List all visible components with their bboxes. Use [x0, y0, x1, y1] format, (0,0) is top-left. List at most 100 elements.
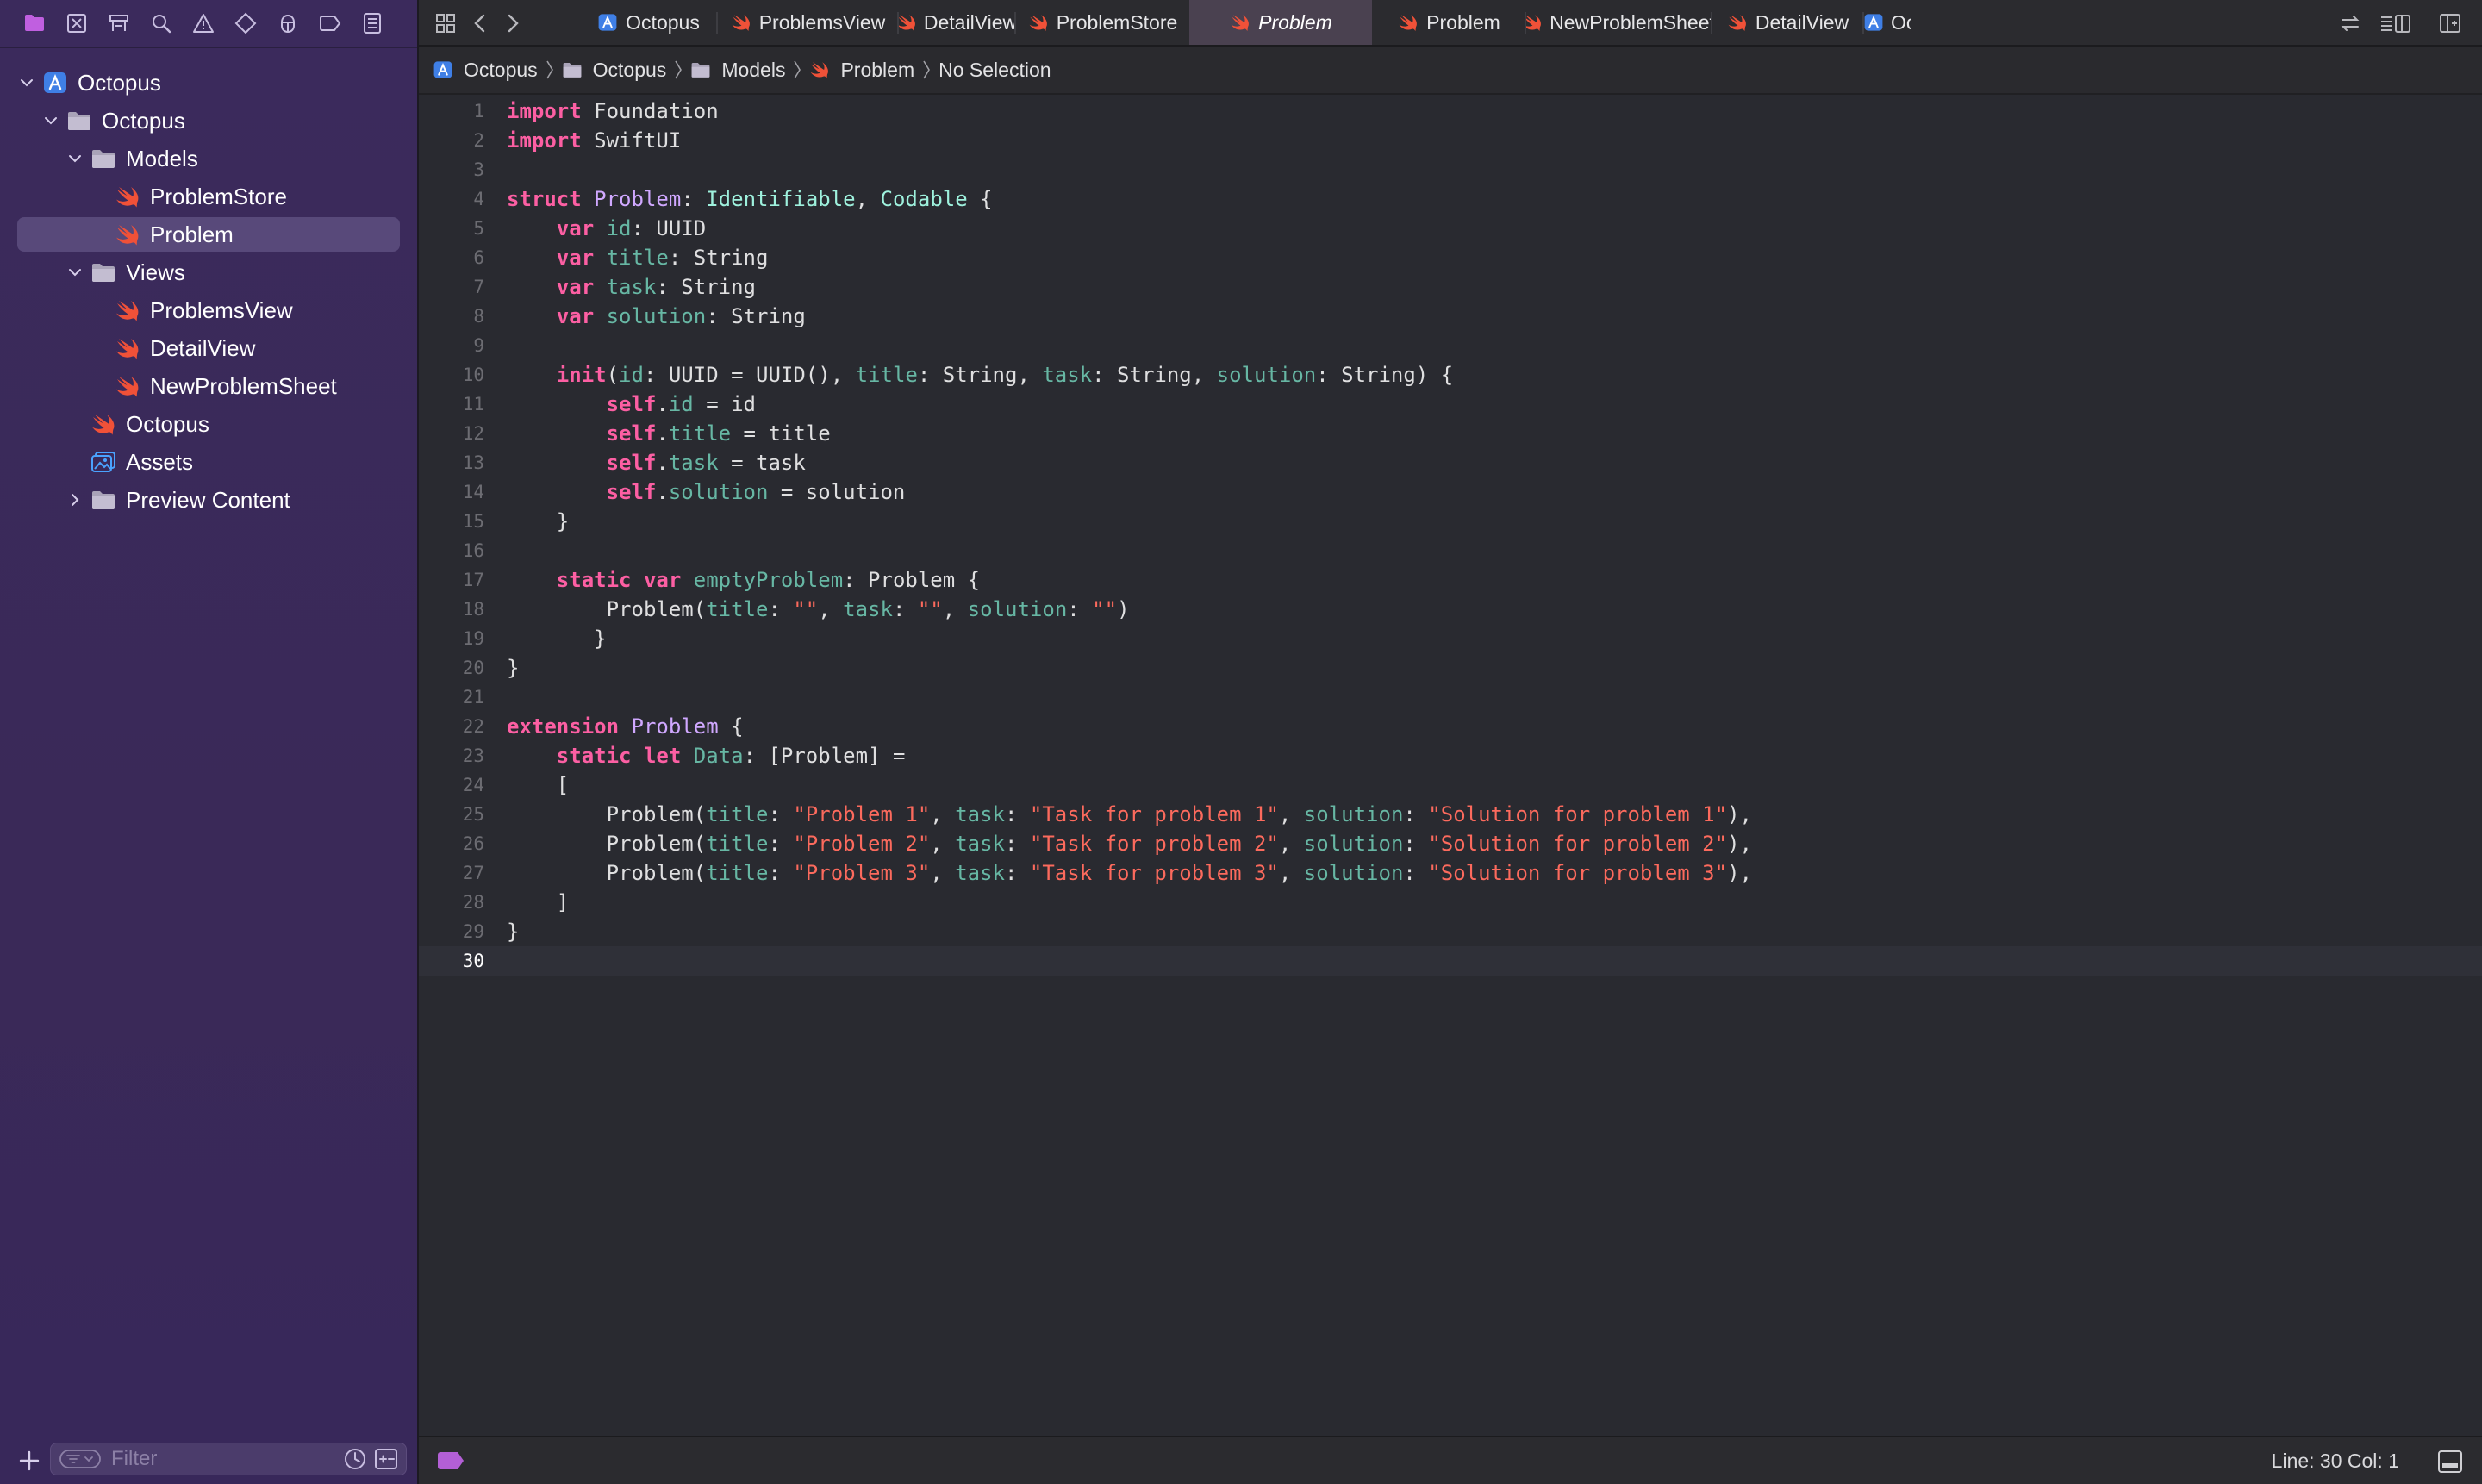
code-line[interactable]: 14 self.solution = solution [419, 477, 2482, 507]
tree-item-problemstore[interactable]: ProblemStore [17, 179, 400, 214]
source-control-filter-icon[interactable] [373, 1446, 399, 1472]
code-line[interactable]: 29} [419, 917, 2482, 946]
code-line[interactable]: 21 [419, 683, 2482, 712]
code-line[interactable]: 22 extension Problem { [419, 712, 2482, 741]
code-line[interactable]: 16 [419, 536, 2482, 565]
tab-detailview[interactable]: DetailView [1712, 0, 1863, 45]
line-number: 8 [473, 306, 484, 327]
code-line[interactable]: 3 [419, 155, 2482, 184]
recent-files-icon[interactable] [342, 1446, 368, 1472]
tree-item-detailview[interactable]: DetailView [17, 331, 400, 365]
tree-item-octopus[interactable]: Octopus [17, 103, 400, 138]
add-file-button[interactable] [17, 1449, 41, 1473]
find-icon[interactable] [149, 11, 173, 35]
tree-item-views[interactable]: Views [17, 255, 400, 290]
breadcrumb-item[interactable]: No Selection [939, 59, 1051, 82]
code-line[interactable]: 24 [ [419, 770, 2482, 800]
code-line[interactable]: 10 init(id: UUID = UUID(), title: String… [419, 360, 2482, 390]
breadcrumb-item[interactable]: Models [690, 59, 785, 82]
chevron-down-icon[interactable] [41, 111, 60, 130]
source-control-icon[interactable] [65, 11, 89, 35]
editor-options-button[interactable] [2379, 10, 2413, 36]
tab-problem[interactable]: Problem [1372, 0, 1525, 45]
filter-options-icon[interactable] [59, 1449, 101, 1469]
code-line[interactable]: 23 static let Data: [Problem] = [419, 741, 2482, 770]
code-token: self [606, 392, 657, 416]
add-editor-icon [2440, 14, 2460, 33]
tab-problemsview[interactable]: ProblemsView [717, 0, 898, 45]
code-line[interactable]: 19 } [419, 624, 2482, 653]
code-line[interactable]: 27 Problem(title: "Problem 3", task: "Ta… [419, 858, 2482, 888]
code-line[interactable]: 12 self.title = title [419, 419, 2482, 448]
code-line[interactable]: 18 Problem(title: "", task: "", solution… [419, 595, 2482, 624]
tag-icon[interactable] [436, 1451, 465, 1470]
folder-icon[interactable] [22, 11, 47, 35]
breadcrumb-item[interactable]: Octopus [433, 59, 538, 82]
line-number: 13 [462, 452, 484, 473]
tab-problem[interactable]: Problem [1189, 0, 1372, 45]
source-editor[interactable]: 1 import Foundation 2 import SwiftUI 3 4 struc… [419, 95, 2482, 1436]
code-line[interactable]: 20} [419, 653, 2482, 683]
tree-item-newproblemsheet[interactable]: NewProblemSheet [17, 369, 400, 403]
code-line[interactable]: 11 self.id = id [419, 390, 2482, 419]
code-line[interactable]: 8 var solution: String [419, 302, 2482, 331]
code-line[interactable]: 26 Problem(title: "Problem 2", task: "Ta… [419, 829, 2482, 858]
chevron-down-icon[interactable] [65, 263, 84, 282]
tab-detailview[interactable]: DetailView [898, 0, 1015, 45]
tab-octopus[interactable]: Octopus [579, 0, 717, 45]
line-number: 24 [462, 775, 484, 795]
chevron-right-icon[interactable] [65, 490, 84, 509]
breadcrumb-item[interactable]: Octopus [562, 58, 667, 82]
tree-item-problemsview[interactable]: ProblemsView [17, 293, 400, 327]
code-line[interactable]: 2 import SwiftUI [419, 126, 2482, 155]
breakpoint-icon[interactable] [318, 11, 342, 35]
test-icon[interactable] [234, 11, 258, 35]
code-line[interactable]: 9 [419, 331, 2482, 360]
issue-icon[interactable] [191, 11, 215, 35]
debug-icon[interactable] [276, 11, 300, 35]
breadcrumb-item[interactable]: Problem [809, 59, 914, 82]
related-items-button[interactable] [2337, 10, 2363, 36]
split-editor-button[interactable] [2437, 10, 2463, 36]
code-line[interactable]: 28 ] [419, 888, 2482, 917]
code-line[interactable]: 4 struct Problem: Identifiable, Codable { [419, 184, 2482, 214]
grid-menu-button[interactable] [433, 10, 458, 36]
navigator-filter-field[interactable]: Filter [50, 1443, 407, 1475]
report-icon[interactable] [360, 11, 384, 35]
code-line[interactable]: 17 static var emptyProblem: Problem { [419, 565, 2482, 595]
line-number: 9 [473, 335, 484, 356]
toggle-debug-area-icon[interactable] [2437, 1450, 2463, 1474]
code-line[interactable]: 5 var id: UUID [419, 214, 2482, 243]
tab-oc[interactable]: Oc [1863, 0, 1911, 45]
forward-button[interactable] [500, 10, 526, 36]
breadcrumb-label: Octopus [592, 58, 667, 81]
tree-item-models[interactable]: Models [17, 141, 400, 176]
line-number: 3 [473, 159, 484, 180]
code-token: solution [1216, 363, 1317, 387]
tree-item-preview-content[interactable]: Preview Content [17, 483, 400, 517]
chevron-down-icon[interactable] [65, 149, 84, 168]
code-token: [ [507, 773, 570, 797]
code-token: : [1005, 861, 1030, 885]
tree-item-problem[interactable]: Problem [17, 217, 400, 252]
tree-item-assets[interactable]: Assets [17, 445, 400, 479]
code-line[interactable]: 13 self.task = task [419, 448, 2482, 477]
code-line[interactable]: 6 var title: String [419, 243, 2482, 272]
tree-item-octopus[interactable]: Octopus [17, 407, 400, 441]
tree-item-octopus[interactable]: Octopus [17, 65, 400, 100]
code-line[interactable]: 7 var task: String [419, 272, 2482, 302]
code-line[interactable]: 15 } [419, 507, 2482, 536]
symbol-icon[interactable] [107, 11, 131, 35]
code-line[interactable]: 1 import Foundation [419, 97, 2482, 126]
code-token: ( [606, 363, 620, 387]
code-token: solution [1303, 861, 1404, 885]
back-button[interactable] [467, 10, 493, 36]
tab-newproblemsheet[interactable]: NewProblemSheet [1525, 0, 1712, 45]
code-line[interactable]: 25 Problem(title: "Problem 1", task: "Ta… [419, 800, 2482, 829]
code-line[interactable]: 30 [419, 946, 2482, 976]
chevron-down-icon[interactable] [17, 73, 36, 92]
tab-problemstore[interactable]: ProblemStore [1015, 0, 1189, 45]
